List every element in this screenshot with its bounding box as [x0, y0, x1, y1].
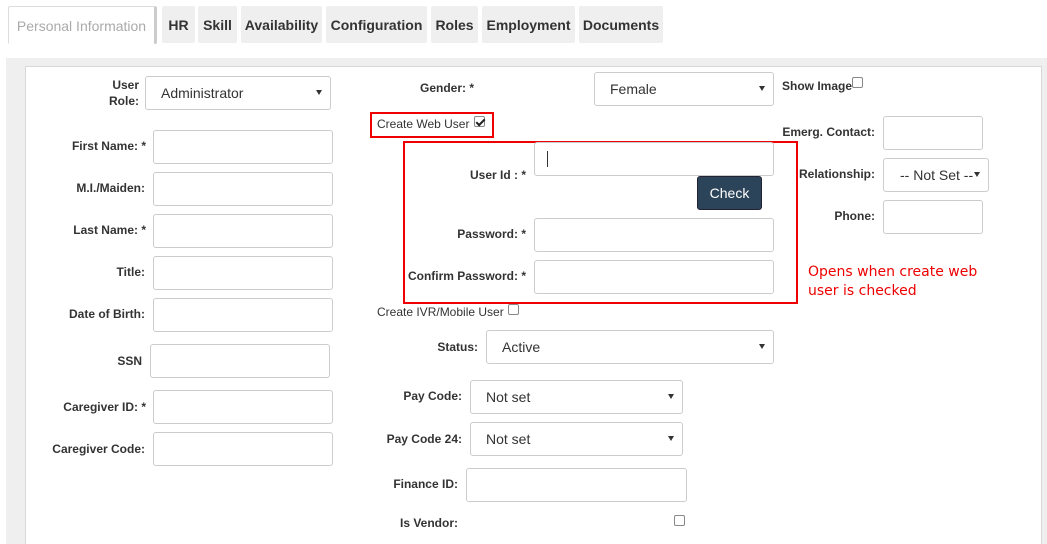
user-id-input[interactable] — [534, 142, 774, 176]
last-name-label: Last Name: * — [73, 223, 146, 237]
ssn-input[interactable] — [150, 344, 330, 378]
pay-code-24-select[interactable]: Not set — [470, 422, 683, 456]
phone-label: Phone: — [834, 209, 875, 223]
last-name-input[interactable] — [153, 214, 333, 248]
date-of-birth-label: Date of Birth: — [69, 307, 145, 321]
emerg-contact-input[interactable] — [883, 116, 983, 150]
user-role-select[interactable]: Administrator — [145, 76, 331, 110]
create-web-user-checkbox[interactable] — [474, 116, 485, 127]
pay-code-select[interactable]: Not set — [470, 380, 683, 414]
mi-maiden-input[interactable] — [153, 172, 333, 206]
pay-code-24-label: Pay Code 24: — [386, 432, 462, 446]
pay-code-value: Not set — [486, 389, 531, 405]
pay-code-label: Pay Code: — [403, 389, 462, 403]
text-cursor — [547, 151, 548, 167]
create-web-user-label: Create Web User — [377, 117, 470, 131]
password-label: Password: * — [457, 227, 526, 241]
date-of-birth-input[interactable] — [153, 298, 333, 332]
finance-id-label: Finance ID: — [393, 477, 458, 491]
first-name-label: First Name: * — [71, 139, 146, 153]
gender-value: Female — [610, 81, 657, 97]
caregiver-code-label: Caregiver Code: — [52, 442, 145, 456]
tab-availability[interactable]: Availability — [241, 6, 322, 43]
tab-documents[interactable]: Documents — [579, 6, 663, 43]
status-label: Status: — [437, 340, 478, 354]
show-image-label: Show Image — [782, 79, 853, 93]
password-input[interactable] — [534, 218, 774, 252]
user-role-label: User Role: — [109, 78, 139, 108]
tab-personal-information[interactable]: Personal Information — [8, 6, 157, 44]
confirm-password-input[interactable] — [534, 260, 774, 294]
caregiver-code-input[interactable] — [153, 432, 333, 466]
tab-hr[interactable]: HR — [162, 6, 195, 43]
relationship-value: -- Not Set -- — [900, 167, 974, 183]
is-vendor-label: Is Vendor: — [399, 516, 458, 530]
chevron-down-icon — [759, 86, 765, 91]
caregiver-id-input[interactable] — [153, 390, 333, 424]
create-ivr-checkbox[interactable] — [508, 304, 519, 315]
first-name-input[interactable] — [153, 130, 333, 164]
tab-configuration[interactable]: Configuration — [326, 6, 427, 43]
annotation-line-1: Opens when create web — [808, 264, 978, 280]
ssn-label: SSN — [117, 354, 142, 368]
user-id-label: User Id : * — [469, 168, 526, 182]
user-role-value: Administrator — [161, 85, 244, 101]
finance-id-input[interactable] — [466, 468, 687, 502]
status-value: Active — [502, 339, 541, 355]
chevron-down-icon — [316, 90, 322, 95]
chevron-down-icon — [668, 436, 674, 441]
relationship-select[interactable]: -- Not Set -- — [883, 158, 989, 192]
tab-skill[interactable]: Skill — [198, 6, 237, 43]
is-vendor-checkbox[interactable] — [674, 515, 685, 526]
relationship-label: Relationship: — [798, 167, 875, 181]
mi-maiden-label: M.I./Maiden: — [76, 181, 145, 195]
chevron-down-icon — [974, 172, 980, 177]
phone-input[interactable] — [883, 200, 983, 234]
check-button[interactable]: Check — [697, 176, 762, 210]
tab-roles[interactable]: Roles — [431, 6, 478, 43]
caregiver-id-label: Caregiver ID: * — [63, 400, 146, 414]
annotation-line-2: user is checked — [808, 283, 917, 299]
create-ivr-label: Create IVR/Mobile User — [377, 305, 504, 319]
status-select[interactable]: Active — [486, 330, 774, 364]
pay-code-24-value: Not set — [486, 431, 531, 447]
confirm-password-label: Confirm Password: * — [407, 269, 526, 283]
tab-employment[interactable]: Employment — [482, 6, 575, 43]
title-label: Title: — [116, 265, 145, 279]
show-image-checkbox[interactable] — [852, 77, 863, 88]
chevron-down-icon — [759, 344, 765, 349]
gender-label: Gender: * — [419, 81, 474, 95]
emerg-contact-label: Emerg. Contact: — [782, 125, 875, 139]
chevron-down-icon — [668, 394, 674, 399]
gender-select[interactable]: Female — [594, 72, 774, 106]
title-input[interactable] — [153, 256, 333, 290]
